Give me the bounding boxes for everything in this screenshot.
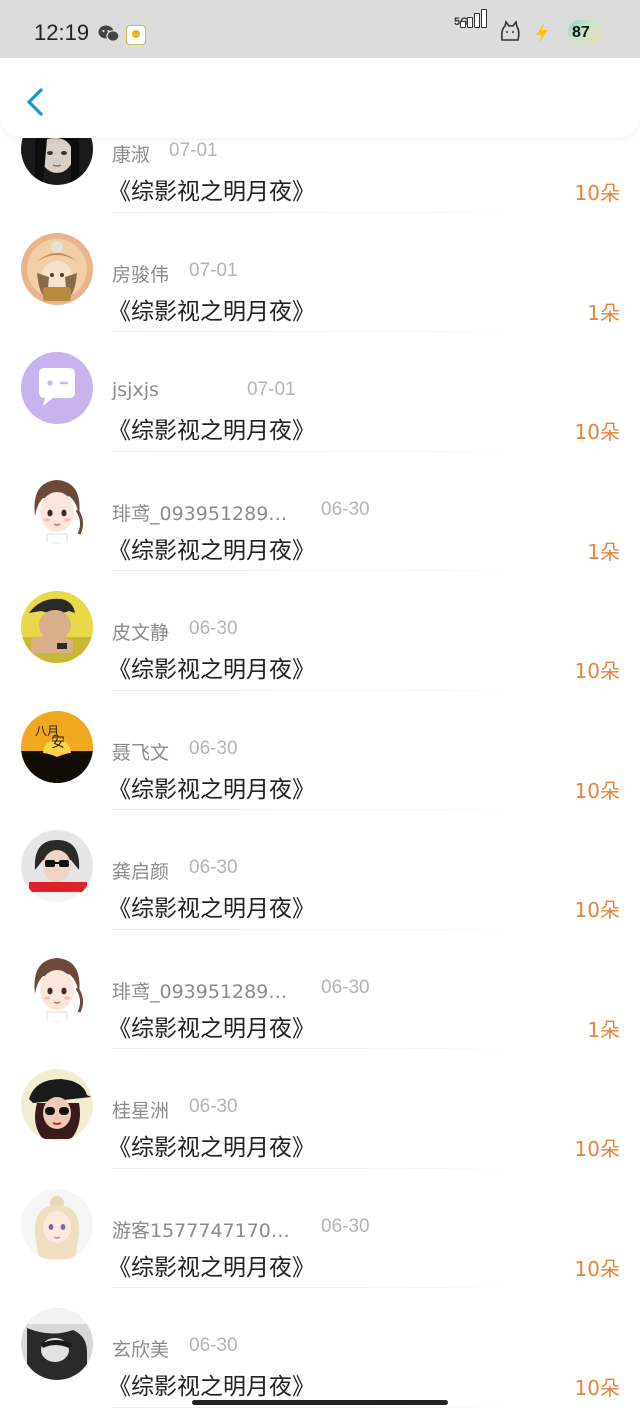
avatar[interactable] (21, 830, 93, 902)
gift-record-row[interactable]: 八月安聂飞文 06-30 《综影视之明月夜》 10朵 (0, 691, 640, 810)
avatar[interactable] (21, 471, 93, 544)
user-name: jsjxjs (112, 379, 159, 401)
book-title: 《综影视之明月夜》 (108, 537, 315, 564)
gift-date: 07-01 (169, 140, 218, 161)
gift-record-row[interactable]: 游客1577747170… 06-30 《综影视之明月夜》 10朵 (0, 1169, 640, 1288)
avatar[interactable] (21, 1308, 93, 1380)
flower-count: 10朵 (574, 659, 620, 683)
flower-count: 1朵 (587, 1017, 620, 1042)
gift-record-row[interactable]: 桂星洲 06-30 《综影视之明月夜》 10朵 (0, 1049, 640, 1169)
avatar[interactable] (21, 949, 93, 1022)
gift-record-row[interactable]: 玄欣美 06-30 《综影视之明月夜》 10朵 (0, 1288, 640, 1408)
app-notification-icon (126, 25, 146, 45)
gift-date: 07-01 (189, 259, 238, 281)
gift-record-row[interactable]: 琲鸢_093951289… 06-30 《综影视之明月夜》 1朵 (0, 930, 640, 1049)
flower-count: 10朵 (574, 1376, 620, 1400)
gift-record-row[interactable]: 琲鸢_093951289… 06-30 《综影视之明月夜》 1朵 (0, 452, 640, 571)
gift-date: 06-30 (189, 737, 238, 759)
user-name: 玄欣美 (112, 1339, 170, 1361)
gift-record-row[interactable]: 房骏伟 07-01 《综影视之明月夜》 1朵 (0, 213, 640, 332)
row-divider (112, 1406, 520, 1408)
wechat-icon (98, 24, 120, 42)
gift-date: 06-30 (321, 1215, 370, 1237)
gift-date: 06-30 (321, 976, 370, 998)
gift-date: 07-01 (247, 379, 296, 400)
book-title: 《综影视之明月夜》 (108, 657, 315, 683)
user-name: 皮文静 (112, 622, 170, 644)
avatar[interactable] (21, 1069, 93, 1141)
avatar[interactable]: 八月安 (21, 710, 93, 783)
gift-record-row[interactable]: jsjxjs 07-01 《综影视之明月夜》 10朵 (0, 332, 640, 452)
status-bar: 12:19 5G (0, 0, 640, 62)
avatar[interactable] (21, 591, 93, 663)
home-indicator[interactable] (192, 1400, 448, 1405)
back-button[interactable] (18, 84, 52, 120)
flower-count: 10朵 (574, 778, 620, 803)
nav-bar (0, 58, 640, 138)
gift-date: 06-30 (189, 857, 238, 878)
flower-count: 1朵 (587, 539, 620, 564)
flower-count: 10朵 (574, 420, 620, 444)
book-title: 《综影视之明月夜》 (108, 298, 315, 325)
user-name: 琲鸢_093951289… (112, 980, 288, 1003)
book-title: 《综影视之明月夜》 (108, 1254, 315, 1281)
book-title: 《综影视之明月夜》 (108, 1135, 315, 1161)
signal-5g-icon: 5G (454, 9, 490, 48)
flower-count: 1朵 (587, 300, 620, 325)
gift-date: 06-30 (189, 1335, 238, 1356)
avatar[interactable] (21, 1188, 93, 1261)
avatar[interactable] (21, 232, 93, 305)
user-name: 游客1577747170… (112, 1219, 290, 1242)
gift-date: 06-30 (321, 498, 370, 520)
book-title: 《综影视之明月夜》 (108, 1015, 315, 1042)
avatar[interactable] (21, 352, 93, 424)
gift-record-row[interactable]: 龚启颜 06-30 《综影视之明月夜》 10朵 (0, 810, 640, 930)
book-title: 《综影视之明月夜》 (108, 418, 315, 444)
flower-count: 10朵 (574, 1256, 620, 1281)
gift-record-list: 康淑 07-01 《综影视之明月夜》 10朵 房骏伟 07-01 《综影视之明月夜》 1朵 js… (0, 93, 640, 1408)
status-time: 12:19 (34, 20, 90, 45)
svg-text:安: 安 (51, 735, 65, 751)
book-title: 《综影视之明月夜》 (108, 179, 315, 205)
gift-record-row[interactable]: 皮文静 06-30 《综影视之明月夜》 10朵 (0, 571, 640, 691)
user-name: 聂飞文 (112, 741, 170, 764)
gift-date: 06-30 (189, 618, 238, 639)
chevron-left-icon (27, 88, 43, 116)
user-name: 康淑 (112, 144, 151, 166)
battery-level: 87 (572, 24, 590, 41)
user-name: 龚启颜 (112, 861, 170, 883)
flower-count: 10朵 (574, 181, 620, 205)
book-title: 《综影视之明月夜》 (108, 776, 315, 803)
user-name: 房骏伟 (112, 263, 170, 286)
user-name: 琲鸢_093951289… (112, 502, 288, 525)
gift-date: 06-30 (189, 1096, 238, 1117)
book-title: 《综影视之明月夜》 (108, 1374, 315, 1400)
book-title: 《综影视之明月夜》 (108, 896, 315, 922)
user-name: 桂星洲 (112, 1100, 170, 1122)
flower-count: 10朵 (574, 898, 620, 922)
flower-count: 10朵 (574, 1137, 620, 1161)
cat-icon (498, 20, 522, 44)
charging-bolt-icon (532, 22, 552, 44)
